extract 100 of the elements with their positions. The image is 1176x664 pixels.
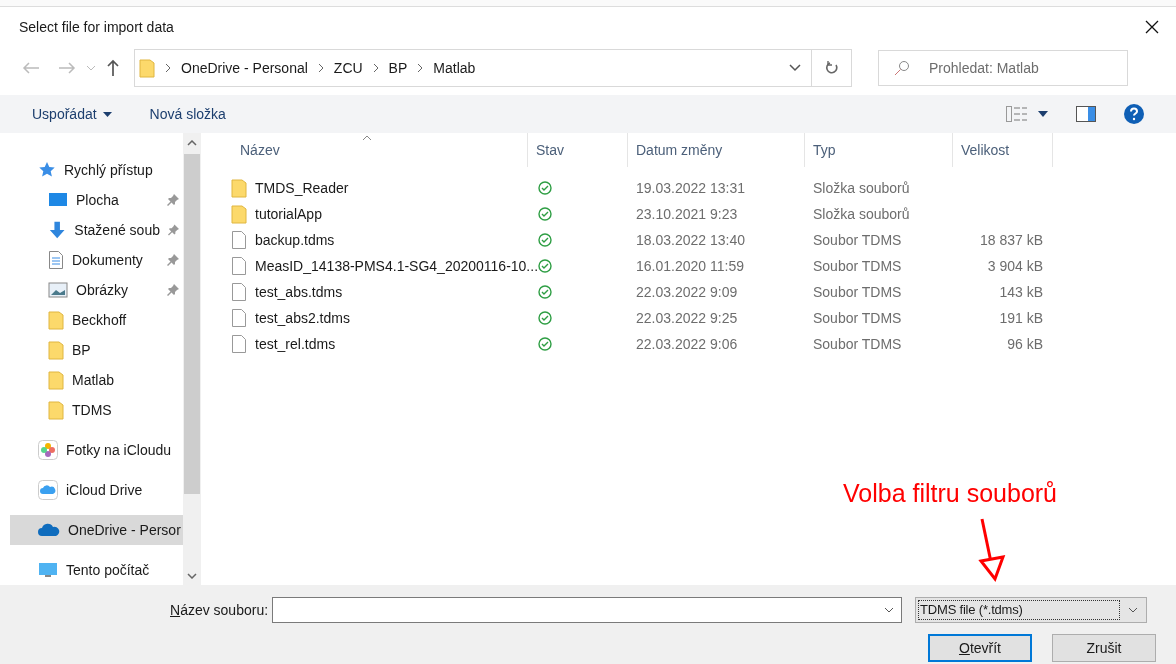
close-icon — [1145, 20, 1159, 35]
file-type-dropdown[interactable]: TDMS file (*.tdms) — [915, 597, 1148, 624]
file-row[interactable]: backup.tdms 18.03.2022 13:40 Soubor TDMS 18 837 kB — [212, 227, 1176, 254]
folder-icon — [48, 310, 64, 331]
caret-icon — [102, 111, 112, 117]
file-icon — [231, 282, 247, 303]
search-field[interactable]: Prohledat: Matlab — [878, 50, 1128, 87]
window-title: Select file for import data — [19, 17, 175, 37]
synced-check-icon — [538, 233, 552, 248]
folder-icon — [48, 340, 64, 361]
navigation-item[interactable]: TDMS — [10, 395, 183, 426]
caret-icon[interactable] — [1038, 111, 1048, 118]
preview-pane-icon[interactable] — [1076, 106, 1096, 123]
download-icon — [48, 220, 67, 241]
synced-check-icon — [538, 285, 552, 300]
chevron-right-icon — [372, 63, 379, 74]
file-name: test_rel.tdms — [255, 334, 336, 354]
type-cell-text: Složka souborů — [812, 178, 911, 198]
navigation-item[interactable]: Beckhoff — [10, 305, 183, 336]
folder-icon — [231, 178, 247, 199]
synced-check-icon — [538, 181, 552, 196]
new-folder-button[interactable]: Nová složka — [149, 103, 226, 125]
size-cell-text: 18 837 kB — [978, 230, 1043, 250]
file-row[interactable]: test_abs2.tdms 22.03.2022 9:25 Soubor TDMS 191 kB — [212, 305, 1176, 332]
chevron-down-icon[interactable] — [884, 607, 895, 614]
search-icon — [894, 60, 910, 77]
file-row[interactable]: TMDS_Reader 19.03.2022 13:31 Složka souborů — [212, 175, 1176, 202]
document-icon — [48, 250, 64, 271]
file-name: MeasID_14138-PMS4.1-SG4_20200116-10... — [255, 256, 539, 276]
date-cell-text: 23.10.2021 9:23 — [635, 204, 739, 224]
navigation-item[interactable]: Rychlý přístup — [10, 155, 183, 186]
up-arrow-icon[interactable] — [106, 59, 120, 78]
scrollbar[interactable] — [183, 133, 201, 586]
help-icon[interactable] — [1124, 104, 1144, 125]
file-icon — [231, 256, 247, 277]
address-bar[interactable]: OneDrive - Personal ZCU BP Matlab — [134, 49, 852, 88]
filename-field[interactable] — [272, 597, 903, 624]
type-cell-text: Soubor TDMS — [812, 230, 903, 250]
breadcrumb[interactable]: Matlab — [433, 57, 476, 79]
navigation-item[interactable]: Fotky na iCloudu — [10, 435, 183, 466]
type-cell-text: Soubor TDMS — [812, 282, 903, 302]
type-cell-text: Soubor TDMS — [812, 308, 903, 328]
file-row[interactable]: MeasID_14138-PMS4.1-SG4_20200116-10... 16.01.2020 11:59 Soubor TDMS 3 904 kB — [212, 253, 1176, 280]
navigation-item[interactable]: OneDrive - Persor — [10, 515, 183, 546]
chevron-down-icon[interactable] — [789, 64, 801, 73]
size-cell-text: 96 kB — [1006, 334, 1043, 354]
field-label: Název souboru: — [170, 600, 269, 620]
size-cell-text: 143 kB — [998, 282, 1043, 302]
type-cell-text: Soubor TDMS — [812, 256, 903, 276]
file-name: test_abs2.tdms — [255, 308, 350, 328]
chevron-right-icon — [165, 63, 171, 74]
monitor-icon — [48, 192, 68, 209]
date-cell-text: 22.03.2022 9:06 — [635, 334, 739, 354]
navigation-item[interactable]: Obrázky — [10, 275, 183, 306]
file-row[interactable]: test_rel.tdms 22.03.2022 9:06 Soubor TDMS 96 kB — [212, 331, 1176, 358]
navigation-item[interactable]: iCloud Drive — [10, 475, 183, 506]
breadcrumb[interactable]: BP — [388, 57, 408, 79]
date-cell-text: 18.03.2022 13:40 — [635, 230, 746, 250]
synced-check-icon — [538, 259, 552, 274]
navigation-item[interactable]: Tento počítač — [10, 555, 183, 586]
synced-check-icon — [538, 207, 552, 222]
flower-icon — [38, 440, 58, 461]
date-cell-text: 19.03.2022 13:31 — [635, 178, 746, 198]
folder-icon — [48, 400, 64, 421]
file-icon — [231, 230, 247, 251]
synced-check-icon — [538, 311, 552, 326]
open-button[interactable]: Otevřít — [928, 634, 1032, 663]
file-row[interactable]: tutorialApp 23.10.2021 9:23 Složka souborů — [212, 201, 1176, 228]
file-icon — [231, 308, 247, 329]
file-name: test_abs.tdms — [255, 282, 343, 302]
synced-check-icon — [538, 337, 552, 352]
navigation-item[interactable]: Stažené soub — [10, 215, 183, 246]
chevron-down-icon — [1128, 607, 1139, 614]
chevron-right-icon — [417, 63, 424, 74]
column-header[interactable]: Datum změny — [628, 133, 805, 168]
cancel-button[interactable]: Zrušit — [1052, 634, 1156, 663]
chevron-up-icon — [187, 140, 197, 147]
column-header[interactable]: Název — [212, 133, 528, 168]
type-cell-text: Složka souborů — [812, 204, 911, 224]
refresh-icon[interactable] — [824, 61, 839, 76]
file-row[interactable]: test_abs.tdms 22.03.2022 9:09 Soubor TDMS 143 kB — [212, 279, 1176, 306]
date-cell-text: 16.01.2020 11:59 — [635, 256, 745, 276]
breadcrumb[interactable]: ZCU — [333, 57, 363, 79]
cloud-icon — [38, 523, 60, 538]
chevron-down-icon — [187, 573, 197, 580]
file-name: backup.tdms — [255, 230, 335, 250]
date-cell-text: 22.03.2022 9:09 — [635, 282, 739, 302]
column-header[interactable]: Velikost — [953, 133, 1053, 168]
view-options-icon[interactable] — [1006, 106, 1028, 123]
column-header[interactable]: Stav — [528, 133, 628, 168]
column-header[interactable]: Typ — [805, 133, 953, 168]
navigation-item[interactable]: BP — [10, 335, 183, 366]
navigation-item[interactable]: Plocha — [10, 185, 183, 216]
annotation-text: Volba filtru souborů — [843, 478, 1058, 510]
breadcrumb[interactable]: OneDrive - Personal — [181, 57, 308, 79]
organize-button[interactable]: Uspořádat — [32, 103, 112, 125]
navigation-item[interactable]: Dokumenty — [10, 245, 183, 276]
navigation-item[interactable]: Matlab — [10, 365, 183, 396]
sort-caret-icon — [362, 135, 372, 142]
file-name: tutorialApp — [255, 204, 322, 224]
